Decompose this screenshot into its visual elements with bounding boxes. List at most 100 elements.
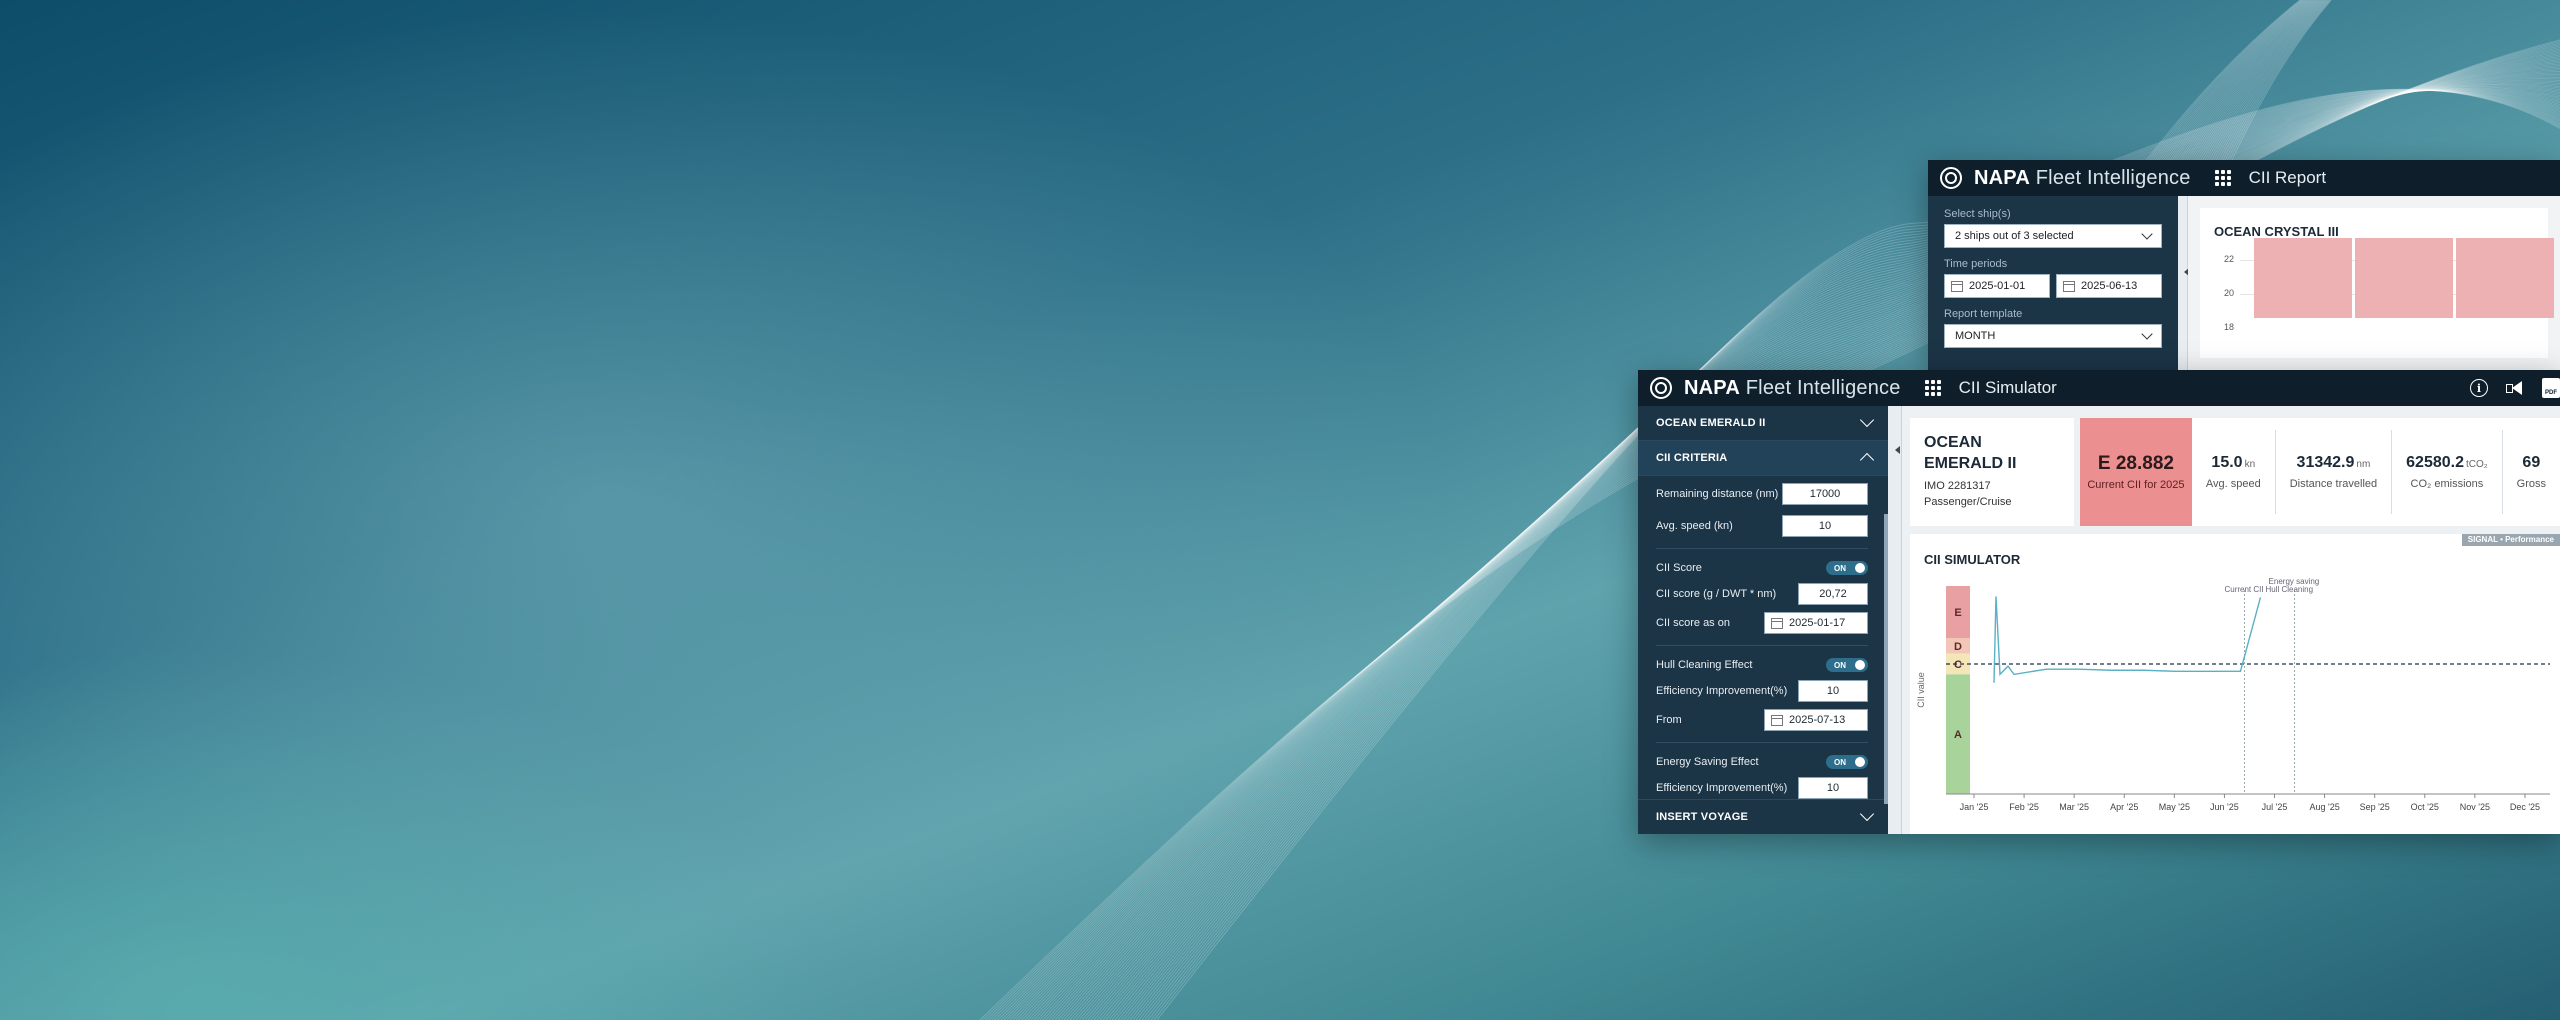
insert-voyage-header[interactable]: INSERT VOYAGE — [1638, 799, 1888, 834]
distance-kpi: 31342.9 nm Distance travelled — [2276, 430, 2393, 514]
cii-score-label: CII Score — [1656, 562, 1702, 574]
date-from-field[interactable]: 2025-01-01 — [1944, 274, 2050, 298]
energy-efficiency-label: Efficiency Improvement(%) — [1656, 782, 1788, 794]
cii-score-as-on-label: CII score as on — [1656, 617, 1730, 629]
report-bar — [2254, 238, 2352, 318]
date-to-field[interactable]: 2025-06-13 — [2056, 274, 2162, 298]
x-tick-label: Nov '25 — [2460, 802, 2490, 812]
time-periods-label: Time periods — [1944, 258, 2008, 270]
titlebar: NAPA Fleet Intelligence CII Simulator i … — [1638, 370, 2560, 406]
x-tick-label: Dec '25 — [2510, 802, 2540, 812]
hull-cleaning-toggle[interactable]: ON — [1826, 658, 1868, 672]
cii-report-window: NAPA Fleet Intelligence CII Report Selec… — [1928, 160, 2560, 370]
kpi-strip: E 28.882 Current CII for 2025 15.0 kn Avg… — [2080, 418, 2560, 526]
y-tick-label: 18 — [2224, 322, 2235, 332]
cii-chart: E DC A CII value Jan '25 Feb '25 Mar '25 Apr '2… — [1916, 577, 2550, 812]
distance-label: Distance travelled — [2289, 478, 2378, 490]
collapse-sidebar-handle[interactable] — [1888, 406, 1902, 834]
app-title: CII Report — [2248, 168, 2327, 187]
pdf-icon[interactable]: PDF — [2542, 378, 2560, 398]
ship-section-header[interactable]: OCEAN EMERALD II — [1638, 406, 1888, 441]
x-tick-label: Aug '25 — [2309, 802, 2339, 812]
titlebar: NAPA Fleet Intelligence CII Report — [1928, 160, 2560, 196]
info-icon[interactable]: i — [2470, 379, 2488, 397]
x-tick-label: Feb '25 — [2009, 802, 2039, 812]
cii-simulator-window: NAPA Fleet Intelligence CII Simulator i … — [1638, 370, 2560, 834]
ship-imo: IMO 2281317 — [1924, 480, 1991, 492]
y-axis-label: CII value — [1916, 672, 1926, 708]
report-template-dropdown[interactable]: MONTH — [1944, 324, 2162, 348]
cii-series-line — [1993, 596, 2262, 683]
brand: NAPA Fleet Intelligence — [1974, 166, 2191, 189]
gross-kpi: 69 Gross — [2503, 430, 2560, 514]
x-tick-label: Jan '25 — [1960, 802, 1989, 812]
chevron-down-icon — [2141, 328, 2153, 340]
select-ships-label: Select ship(s) — [1944, 208, 2011, 220]
megaphone-icon[interactable] — [2506, 381, 2524, 395]
rating-band-label: A — [1954, 729, 1962, 741]
chevron-down-icon — [1859, 806, 1875, 822]
brand: NAPA Fleet Intelligence — [1684, 376, 1901, 399]
x-tick-label: Sep '25 — [2360, 802, 2390, 812]
x-tick-label: Oct '25 — [2411, 802, 2439, 812]
select-ships-dropdown[interactable]: 2 ships out of 3 selected — [1944, 224, 2162, 248]
x-tick-label: Apr '25 — [2110, 802, 2138, 812]
ship-type: Passenger/Cruise — [1924, 496, 2012, 508]
hull-cleaning-label: Hull Cleaning Effect — [1656, 659, 1753, 671]
chevron-down-icon — [2141, 228, 2153, 240]
y-tick-label: 22 — [2224, 254, 2235, 264]
remaining-distance-input[interactable]: 17000 — [1782, 483, 1868, 505]
distance-value: 31342.9 — [2296, 454, 2355, 471]
chevron-down-icon — [1859, 412, 1875, 428]
co2-unit: tCO₂ — [2465, 459, 2488, 470]
avg-speed-input[interactable]: 10 — [1782, 515, 1868, 537]
app-grid-icon[interactable] — [2214, 170, 2231, 186]
gross-value: 69 — [2522, 454, 2541, 471]
report-sidebar: Select ship(s) 2 ships out of 3 selected… — [1928, 196, 2178, 370]
simulator-sidebar: OCEAN EMERALD II CII CRITERIA Remaining … — [1638, 406, 1888, 834]
napa-logo-icon — [1650, 377, 1672, 399]
calendar-icon — [1951, 280, 1963, 292]
current-cii-kpi: E 28.882 Current CII for 2025 — [2080, 418, 2192, 526]
avg-speed-unit: kn — [2244, 459, 2256, 470]
report-main: OCEAN CRYSTAL III 22 20 18 — [2188, 196, 2560, 370]
energy-efficiency-input[interactable]: 10 — [1798, 777, 1868, 799]
cii-score-input-label: CII score (g / DWT * nm) — [1656, 588, 1777, 600]
from-label: From — [1656, 714, 1682, 726]
avg-speed-kpi: 15.0 kn Avg. speed — [2192, 430, 2276, 514]
cii-score-date-field[interactable]: 2025-01-17 — [1764, 612, 1868, 634]
collapse-sidebar-handle[interactable] — [2178, 196, 2189, 370]
annotation-label: Current CII — [2224, 585, 2263, 594]
avg-speed-value: 15.0 — [2211, 454, 2243, 471]
from-date-field[interactable]: 2025-07-13 — [1764, 709, 1868, 731]
x-tick-label: Jun '25 — [2210, 802, 2239, 812]
report-bar — [2456, 238, 2554, 318]
calendar-icon — [2063, 280, 2075, 292]
rating-band-label: D — [1954, 641, 1962, 653]
ship-name: OCEAN EMERALD II — [1924, 434, 2017, 472]
hull-efficiency-input[interactable]: 10 — [1798, 680, 1868, 702]
cii-score-input[interactable]: 20,72 — [1798, 583, 1868, 605]
distance-unit: nm — [2356, 459, 2371, 470]
ship-card: OCEAN EMERALD II IMO 2281317 Passenger/C… — [1910, 418, 2074, 526]
app-grid-icon[interactable] — [1924, 380, 1941, 396]
x-tick-label: Jul '25 — [2262, 802, 2288, 812]
x-tick-label: May '25 — [2159, 802, 2190, 812]
energy-saving-toggle[interactable]: ON — [1826, 755, 1868, 769]
avg-speed-kpi-label: Avg. speed — [2205, 478, 2261, 490]
remaining-distance-label: Remaining distance (nm) — [1656, 488, 1779, 500]
cii-criteria-header[interactable]: CII CRITERIA — [1638, 441, 1888, 476]
rating-band-label: E — [1954, 607, 1961, 619]
calendar-icon — [1771, 617, 1783, 629]
report-bar — [2355, 238, 2453, 318]
current-cii-value: E 28.882 — [2097, 453, 2174, 474]
co2-label: CO₂ emissions — [2410, 478, 2484, 490]
current-cii-label: Current CII for 2025 — [2087, 479, 2185, 491]
chevron-up-icon — [1859, 452, 1875, 468]
cii-score-toggle[interactable]: ON — [1826, 561, 1868, 575]
cii-simulator-chart-card: CII SIMULATOR SIGNAL • Performance EDCAC… — [1910, 534, 2560, 834]
report-ship-name: OCEAN CRYSTAL III — [2214, 224, 2339, 239]
report-template-label: Report template — [1944, 308, 2023, 320]
annotation-label: Hull Cleaning — [2265, 585, 2313, 594]
app-title: CII Simulator — [1958, 378, 2057, 397]
